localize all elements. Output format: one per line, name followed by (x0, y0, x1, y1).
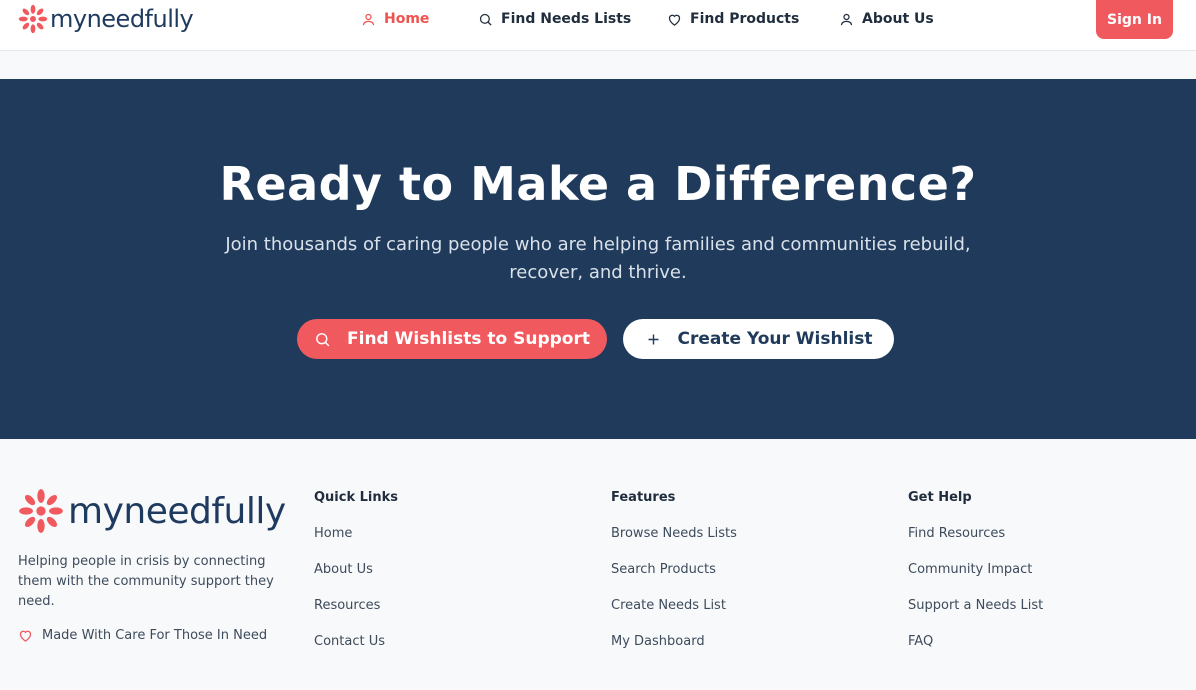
footer-column-title: Features (611, 490, 676, 505)
nav-find-needs-lists-label: Find Needs Lists (501, 11, 632, 27)
footer-tagline: Made With Care For Those In Need (18, 628, 267, 643)
find-wishlists-label: Find Wishlists to Support (347, 329, 590, 349)
footer-column-get-help: Get Help Find Resources Community Impact… (908, 490, 1043, 670)
nav-home[interactable]: Home (361, 0, 429, 38)
footer-column-features: Features Browse Needs Lists Search Produ… (611, 490, 737, 670)
logo-icon (18, 4, 48, 34)
create-wishlist-button[interactable]: Create Your Wishlist (623, 319, 894, 359)
sign-in-button[interactable]: Sign In (1096, 0, 1173, 39)
header-logo[interactable]: myneedfully (18, 2, 194, 36)
footer-link-contact-us[interactable]: Contact Us (314, 634, 398, 670)
site-header: myneedfully Home Find Needs Lists Find P… (0, 0, 1196, 51)
user-icon (362, 13, 375, 25)
footer-link-resources[interactable]: Resources (314, 598, 398, 634)
nav-find-products[interactable]: Find Products (667, 0, 799, 38)
footer-link-find-resources[interactable]: Find Resources (908, 526, 1043, 562)
nav-about-us[interactable]: About Us (839, 0, 934, 38)
footer-link-browse-needs-lists[interactable]: Browse Needs Lists (611, 526, 737, 562)
nav-home-label: Home (384, 11, 430, 27)
footer-column-title: Get Help (908, 490, 972, 505)
logo-wordmark: myneedfully (68, 490, 286, 532)
cta-section: Ready to Make a Difference? Join thousan… (0, 79, 1196, 439)
footer-link-create-needs-list[interactable]: Create Needs List (611, 598, 737, 634)
footer-link-my-dashboard[interactable]: My Dashboard (611, 634, 737, 670)
heart-icon (19, 630, 32, 642)
footer-link-community-impact[interactable]: Community Impact (908, 562, 1043, 598)
footer-link-support-needs-list[interactable]: Support a Needs List (908, 598, 1043, 634)
search-icon (316, 332, 330, 346)
footer-link-home[interactable]: Home (314, 526, 398, 562)
cta-subtitle: Join thousands of caring people who are … (225, 234, 971, 283)
plus-icon (648, 334, 658, 344)
user-icon (840, 13, 853, 25)
footer-column-title: Quick Links (314, 490, 399, 505)
footer-description: Helping people in crisis by connecting t… (18, 554, 274, 609)
footer-link-search-products[interactable]: Search Products (611, 562, 737, 598)
cta-title: Ready to Make a Difference? (219, 157, 977, 211)
heart-icon (668, 14, 681, 26)
footer-tagline-text: Made With Care For Those In Need (42, 628, 268, 643)
nav-find-products-label: Find Products (690, 11, 800, 27)
create-wishlist-label: Create Your Wishlist (677, 329, 873, 349)
footer-link-about-us[interactable]: About Us (314, 562, 398, 598)
nav-find-needs-lists[interactable]: Find Needs Lists (478, 0, 631, 38)
footer-link-faq[interactable]: FAQ (908, 634, 1043, 670)
site-footer: myneedfully Helping people in crisis by … (0, 440, 1196, 690)
footer-logo[interactable]: myneedfully (18, 487, 286, 535)
logo-wordmark: myneedfully (50, 5, 194, 33)
search-icon (479, 13, 492, 26)
nav-about-us-label: About Us (862, 11, 934, 27)
logo-icon (19, 489, 63, 533)
footer-column-quick-links: Quick Links Home About Us Resources Cont… (314, 490, 398, 670)
find-wishlists-button[interactable]: Find Wishlists to Support (297, 319, 607, 359)
